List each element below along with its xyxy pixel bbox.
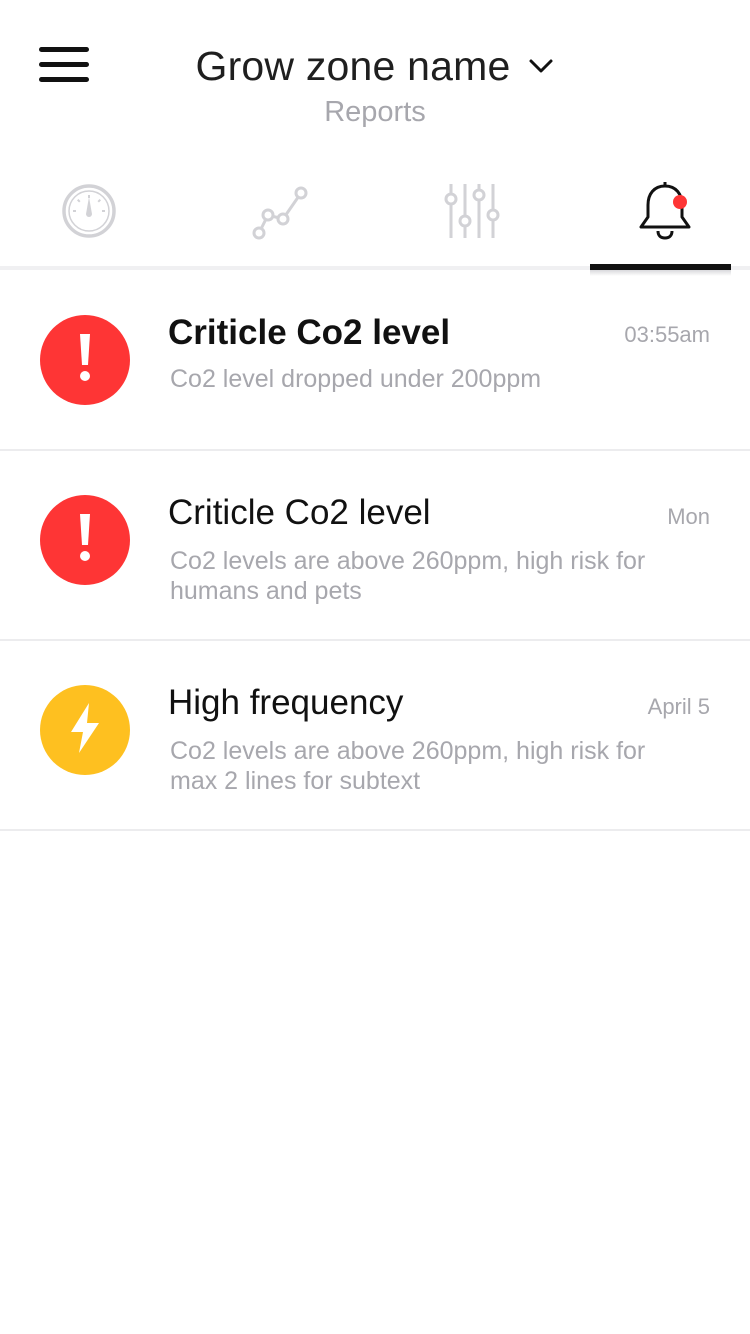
tab-dashboard[interactable]: [14, 160, 164, 266]
zone-name: Grow zone name: [195, 42, 511, 89]
notification-item[interactable]: Criticle Co2 level Mon Co2 levels are ab…: [0, 451, 750, 641]
line-graph-icon: [250, 181, 310, 246]
tab-bar: [0, 160, 750, 270]
alert-badge: [40, 315, 130, 405]
tab-charts[interactable]: [205, 160, 355, 266]
chevron-down-icon: [527, 52, 555, 80]
lightning-icon: [65, 701, 105, 760]
bell-icon: [635, 181, 695, 246]
tab-notifications[interactable]: [590, 160, 740, 266]
warning-badge: [40, 685, 130, 775]
page-subtitle: Reports: [324, 96, 426, 128]
notification-time: April 5: [647, 694, 710, 719]
tab-controls[interactable]: [397, 160, 547, 266]
notification-title: High frequency: [168, 683, 404, 722]
exclamation-icon: [75, 332, 95, 389]
notification-text: Co2 levels are above 260ppm, high risk f…: [170, 547, 646, 605]
notification-badge: [673, 195, 687, 209]
exclamation-icon: [75, 512, 95, 569]
notification-time: 03:55am: [624, 322, 710, 347]
gauge-icon: [59, 181, 119, 246]
notification-time: Mon: [667, 504, 710, 529]
app-screen: Grow zone name Reports Criticle Co2 leve…: [0, 0, 750, 1334]
notification-title: Criticle Co2 level: [168, 493, 431, 532]
notification-list: Criticle Co2 level 03:55am Co2 level dro…: [0, 270, 750, 831]
header: Grow zone name Reports: [0, 0, 750, 160]
notification-item[interactable]: High frequency April 5 Co2 levels are ab…: [0, 641, 750, 831]
notification-title: Criticle Co2 level: [168, 313, 451, 352]
notification-item[interactable]: Criticle Co2 level 03:55am Co2 level dro…: [0, 270, 750, 451]
alert-badge: [40, 495, 130, 585]
zone-selector[interactable]: Grow zone name: [0, 38, 750, 94]
notification-text: Co2 levels are above 260ppm, high risk f…: [170, 737, 646, 795]
sliders-icon: [442, 181, 502, 246]
notification-text: Co2 level dropped under 200ppm: [170, 365, 542, 393]
